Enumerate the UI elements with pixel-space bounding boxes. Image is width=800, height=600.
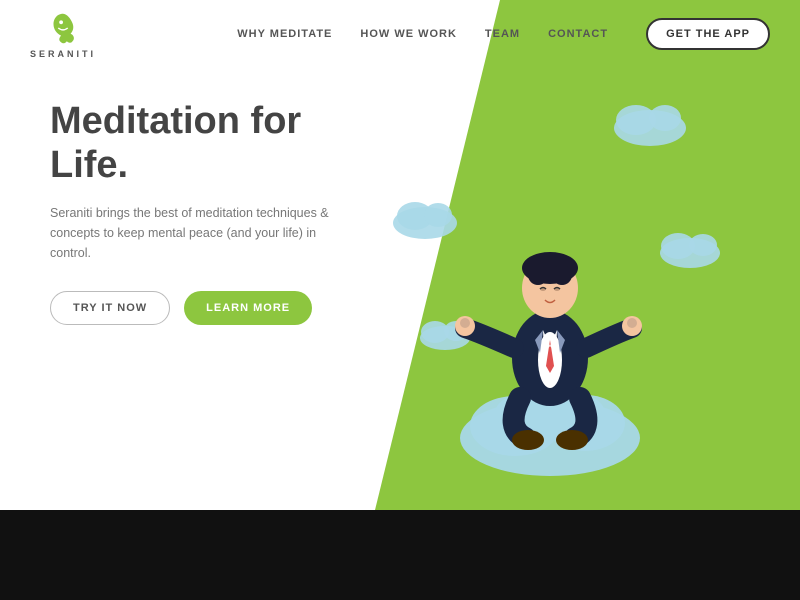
cloud-top-left bbox=[393, 202, 457, 239]
nav-links: WHY MEDITATE HOW WE WORK TEAM CONTACT GE… bbox=[237, 18, 770, 50]
nav-contact[interactable]: CONTACT bbox=[548, 28, 608, 40]
brand-name: SERANITI bbox=[30, 49, 96, 59]
hero-description: Seraniti brings the best of meditation t… bbox=[50, 203, 335, 263]
bottom-bar bbox=[0, 510, 800, 600]
logo[interactable]: SERANITI bbox=[30, 9, 96, 59]
cloud-mid-right bbox=[660, 233, 720, 268]
hero-title: Meditation for Life. bbox=[50, 100, 370, 187]
clouds-svg bbox=[360, 68, 740, 508]
learn-more-button[interactable]: LEARN MORE bbox=[184, 291, 312, 325]
get-app-button[interactable]: GET THE APP bbox=[646, 18, 770, 50]
cloud-top-right bbox=[614, 105, 686, 146]
try-it-now-button[interactable]: TRY IT NOW bbox=[50, 291, 170, 325]
nav-team[interactable]: TEAM bbox=[485, 28, 520, 40]
logo-icon bbox=[44, 9, 82, 47]
hero-section: Meditation for Life. Seraniti brings the… bbox=[0, 0, 800, 510]
navigation: SERANITI WHY MEDITATE HOW WE WORK TEAM C… bbox=[0, 0, 800, 68]
hero-content: Meditation for Life. Seraniti brings the… bbox=[50, 100, 370, 325]
nav-why-meditate[interactable]: WHY MEDITATE bbox=[237, 28, 332, 40]
hero-illustration bbox=[360, 68, 740, 508]
hero-buttons: TRY IT NOW LEARN MORE bbox=[50, 291, 370, 325]
nav-how-we-work[interactable]: HOW WE WORK bbox=[360, 28, 457, 40]
